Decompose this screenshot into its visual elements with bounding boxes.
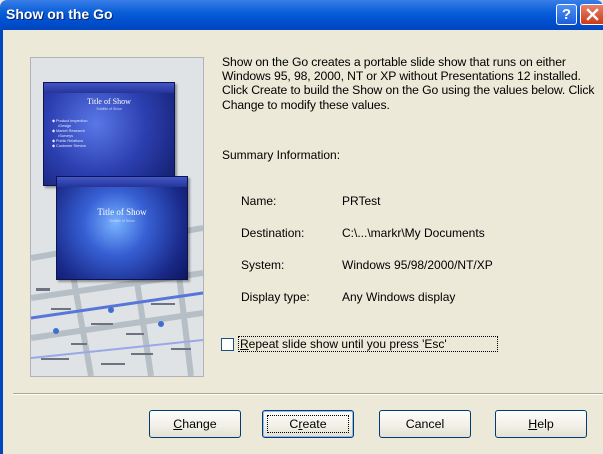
destination-label: Destination: (241, 226, 305, 240)
cancel-button[interactable]: Cancel (379, 410, 471, 438)
back-slide-bullets: ◆ Product Inspection •Design ◆ Market Re… (52, 119, 88, 148)
name-value: PRTest (342, 194, 381, 208)
summary-heading: Summary Information: (222, 148, 341, 162)
close-icon (585, 8, 599, 21)
slide-preview-front: Title of Show Subtitle of Show (56, 176, 188, 280)
help-button[interactable]: Help (495, 410, 587, 438)
window-title: Show on the Go (6, 6, 113, 22)
title-bar[interactable]: Show on the Go ? (0, 0, 603, 30)
create-button[interactable]: Create (262, 410, 354, 438)
display-type-label: Display type: (241, 290, 310, 304)
change-button[interactable]: Change (149, 410, 241, 438)
back-slide-title: Title of Show (87, 97, 131, 106)
system-label: System: (241, 258, 285, 272)
repeat-slide-show-checkbox[interactable] (221, 338, 234, 351)
description-text: Show on the Go creates a portable slide … (222, 55, 595, 112)
front-slide-subtitle: Subtitle of Show (109, 219, 135, 223)
close-button[interactable] (580, 4, 603, 25)
front-slide-title: Title of Show (97, 207, 147, 217)
slide-preview-back: Title of Show Subtitle of Show ◆ Product… (43, 82, 175, 186)
name-label: Name: (241, 194, 277, 208)
show-preview-image: Title of Show Subtitle of Show ◆ Product… (30, 57, 204, 377)
question-icon: ? (561, 6, 572, 23)
system-value: Windows 95/98/2000/NT/XP (342, 258, 493, 272)
display-type-value: Any Windows display (342, 290, 456, 304)
back-slide-subtitle: Subtitle of Show (96, 107, 122, 111)
destination-value: C:\...\markr\My Documents (342, 226, 485, 240)
repeat-slide-show-label[interactable]: Repeat slide show until you press 'Esc' (240, 337, 447, 351)
window-border (0, 30, 3, 454)
help-title-button[interactable]: ? (556, 4, 577, 25)
